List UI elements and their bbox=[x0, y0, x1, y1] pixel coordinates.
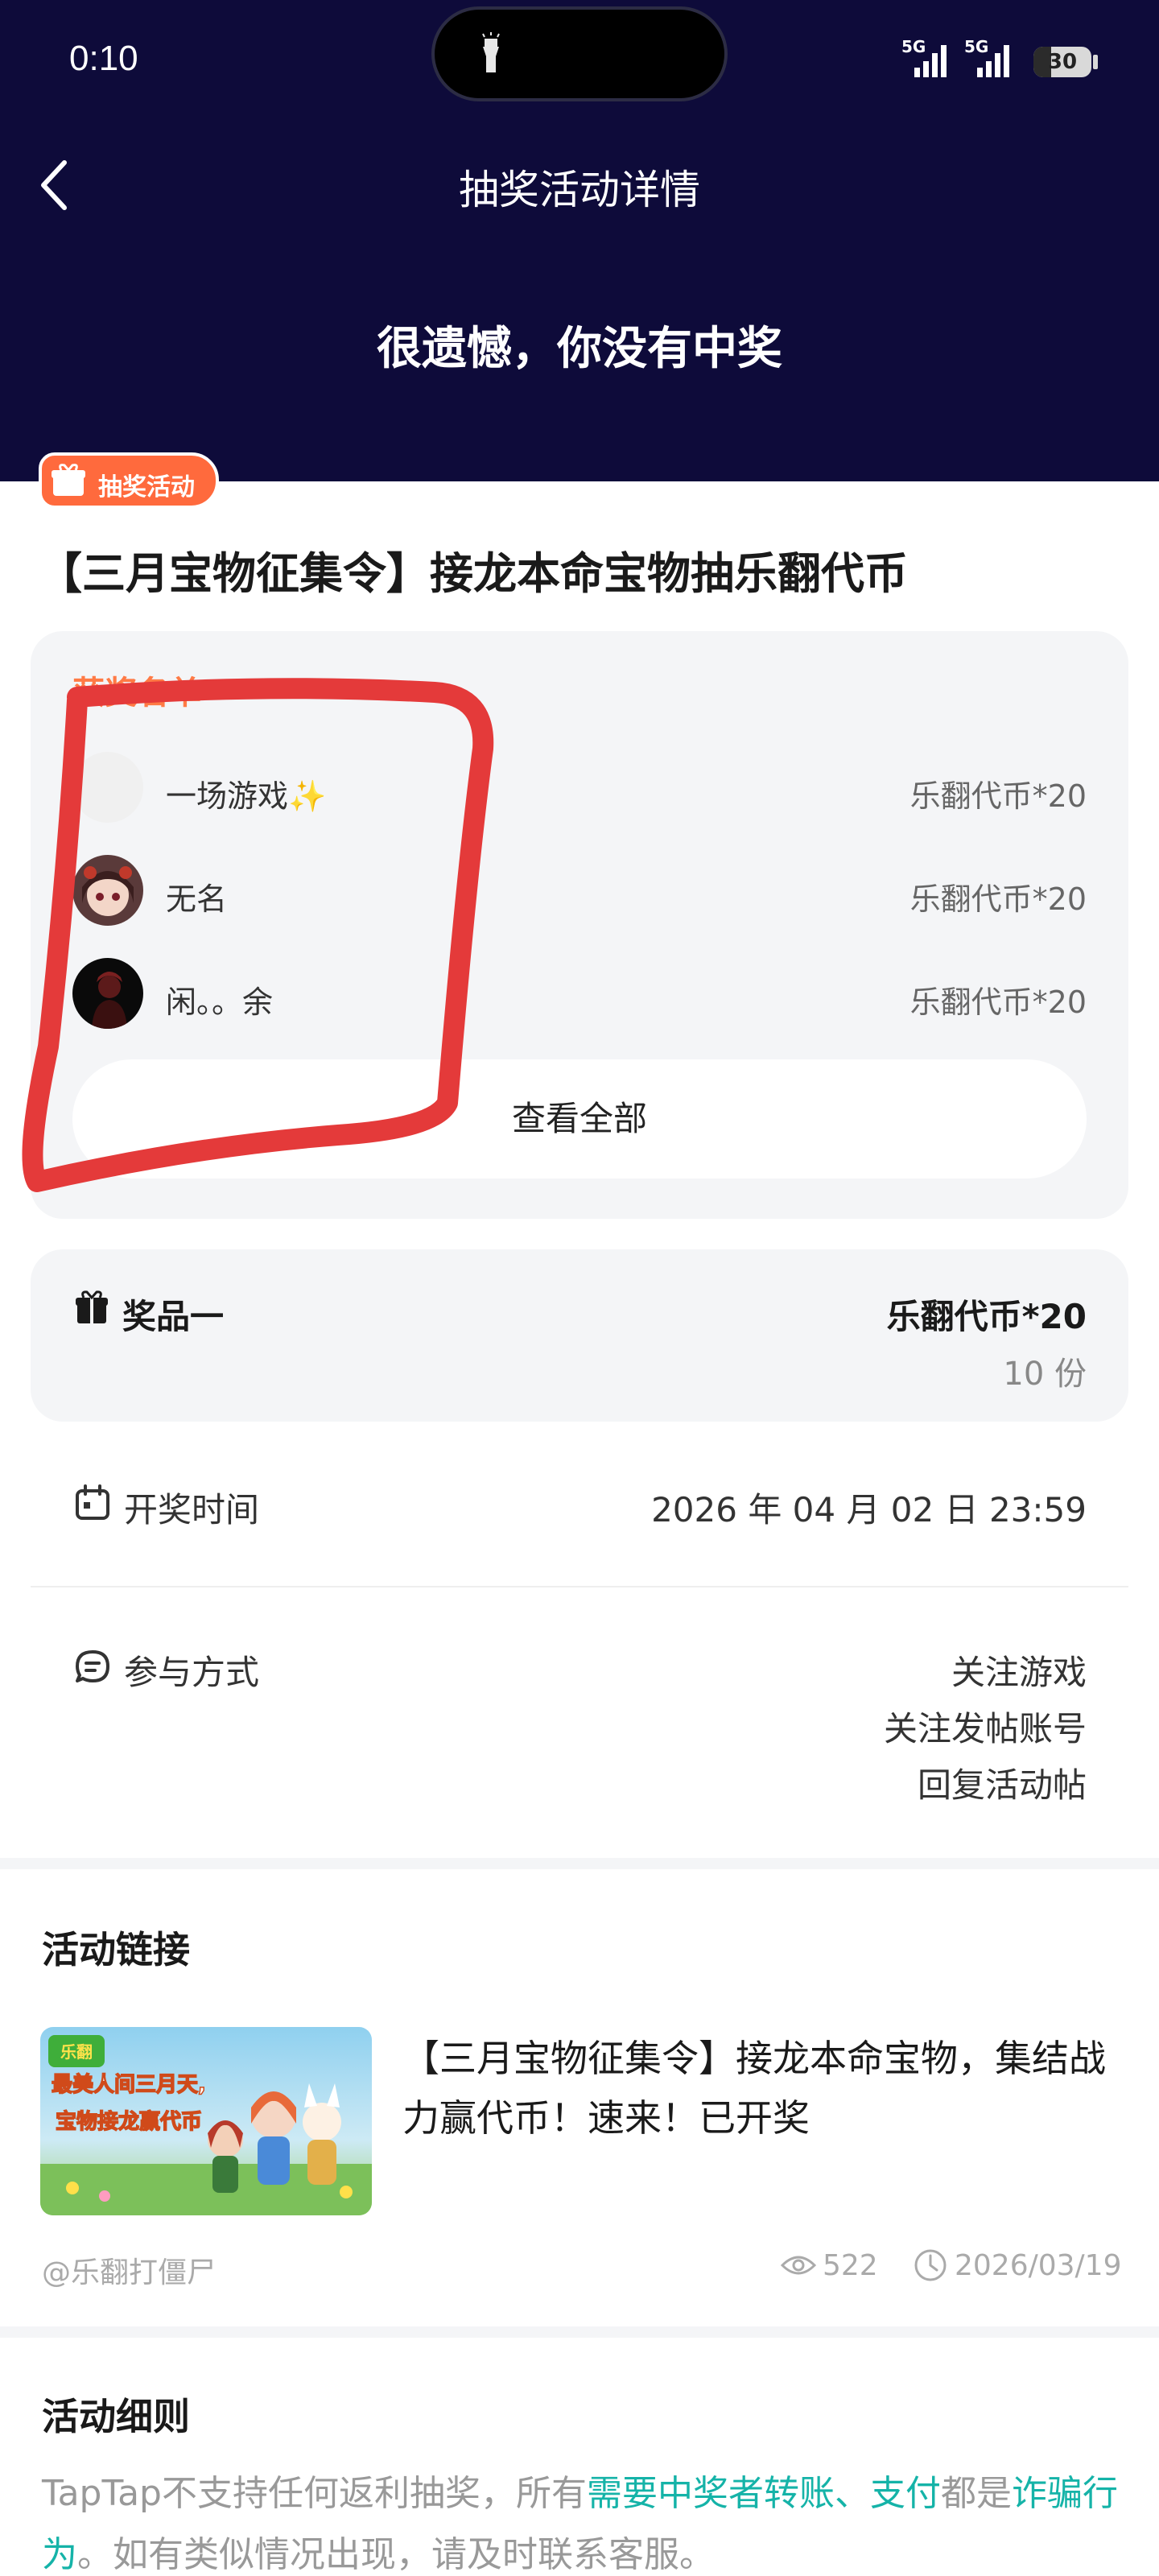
winner-prize: 乐翻代币*20 bbox=[909, 881, 1087, 917]
winner-prize: 乐翻代币*20 bbox=[909, 778, 1087, 814]
rules-text-part: 。如有类似情况出现，请及时联系客服。 bbox=[77, 2534, 715, 2575]
post-date: 2026/03/19 bbox=[955, 2249, 1122, 2282]
gift-icon bbox=[76, 1290, 108, 1323]
participation-label: 参与方式 bbox=[124, 1653, 260, 1692]
eye-icon bbox=[781, 2256, 816, 2275]
rules-heading: 活动细则 bbox=[42, 2395, 190, 2438]
rules-text-part: 都是 bbox=[940, 2473, 1012, 2514]
rules-highlight: 需要中奖者转账、支付 bbox=[586, 2473, 941, 2514]
result-message: 很遗憾，你没有中奖 bbox=[377, 323, 782, 375]
participation-method: 回复活动帖 bbox=[917, 1765, 1087, 1805]
winners-heading: 获奖名单 bbox=[72, 675, 201, 712]
avatar bbox=[72, 752, 143, 823]
winner-name: 无名 bbox=[166, 881, 228, 917]
status-bar: 0:10 5G 5G 30 bbox=[0, 0, 1159, 121]
section-gap bbox=[0, 1858, 1159, 1869]
section-gap bbox=[0, 2326, 1159, 2338]
status-time: 0:10 bbox=[69, 39, 138, 78]
winner-prize: 乐翻代币*20 bbox=[909, 985, 1087, 1020]
prize-card: 奖品一 乐翻代币*20 10 份 bbox=[31, 1249, 1128, 1422]
view-all-button[interactable]: 查看全部 bbox=[72, 1059, 1087, 1179]
page-title: 抽奖活动详情 bbox=[459, 167, 700, 213]
view-count: 522 bbox=[823, 2249, 878, 2282]
clock-icon bbox=[914, 2249, 947, 2281]
prize-count: 10 份 bbox=[1003, 1356, 1087, 1393]
winner-row[interactable]: 闲。。余 乐翻代币*20 bbox=[72, 958, 1087, 1032]
author-name[interactable]: @乐翻打僵尸 bbox=[42, 2249, 216, 2291]
draw-time-label: 开奖时间 bbox=[124, 1490, 260, 1530]
flashlight-icon bbox=[482, 32, 500, 72]
chat-bubble-icon bbox=[76, 1650, 109, 1682]
draw-time-value: 2026 年 04 月 02 日 23:59 bbox=[651, 1490, 1087, 1530]
winner-name: 一场游戏✨ bbox=[166, 778, 327, 814]
divider bbox=[31, 1586, 1128, 1587]
battery-icon: 30 bbox=[1033, 47, 1091, 77]
participation-method: 关注游戏 bbox=[951, 1653, 1087, 1692]
calendar-icon bbox=[76, 1484, 109, 1520]
avatar bbox=[72, 958, 143, 1029]
winners-card: 获奖名单 一场游戏✨ 乐翻代币*20 无名 乐翻代币*20 闲。。余 乐翻代币*… bbox=[31, 631, 1128, 1219]
rules-text-part: TapTap不支持任何返利抽奖，所有 bbox=[42, 2473, 587, 2514]
dynamic-island bbox=[431, 6, 728, 101]
signal-2-icon: 5G bbox=[964, 37, 1021, 80]
participation-method: 关注发帖账号 bbox=[883, 1709, 1087, 1748]
prize-label: 奖品一 bbox=[122, 1297, 225, 1336]
activity-title: 【三月宝物征集令】接龙本命宝物抽乐翻代币 bbox=[39, 548, 908, 599]
avatar bbox=[72, 855, 143, 926]
tag-label: 抽奖活动 bbox=[98, 473, 195, 502]
svg-text:乐翻: 乐翻 bbox=[60, 2042, 93, 2062]
thumb-text-2: 宝物接龙赢代币 bbox=[56, 2109, 202, 2134]
lottery-tag: 抽奖活动 bbox=[39, 452, 219, 509]
prize-value: 乐翻代币*20 bbox=[886, 1297, 1087, 1336]
winner-name: 闲。。余 bbox=[166, 985, 274, 1020]
winner-row[interactable]: 无名 乐翻代币*20 bbox=[72, 855, 1087, 929]
winner-row[interactable]: 一场游戏✨ 乐翻代币*20 bbox=[72, 752, 1087, 826]
activity-link-heading: 活动链接 bbox=[42, 1928, 190, 1971]
activity-link-title[interactable]: 【三月宝物征集令】接龙本命宝物，集结战力赢代币！速来！已开奖 bbox=[402, 2029, 1127, 2148]
gift-icon bbox=[52, 464, 85, 496]
thumb-text-1: 最美人间三月天, bbox=[52, 2072, 206, 2097]
signal-1-icon: 5G bbox=[901, 37, 953, 80]
battery-level: 30 bbox=[1047, 50, 1078, 74]
battery-cap bbox=[1093, 55, 1098, 69]
rules-text: TapTap不支持任何返利抽奖，所有需要中奖者转账、支付都是诈骗行为。如有类似情… bbox=[42, 2463, 1120, 2576]
activity-thumbnail[interactable]: 乐翻 最美人间三月天, 宝物接龙赢代币 bbox=[40, 2027, 372, 2215]
